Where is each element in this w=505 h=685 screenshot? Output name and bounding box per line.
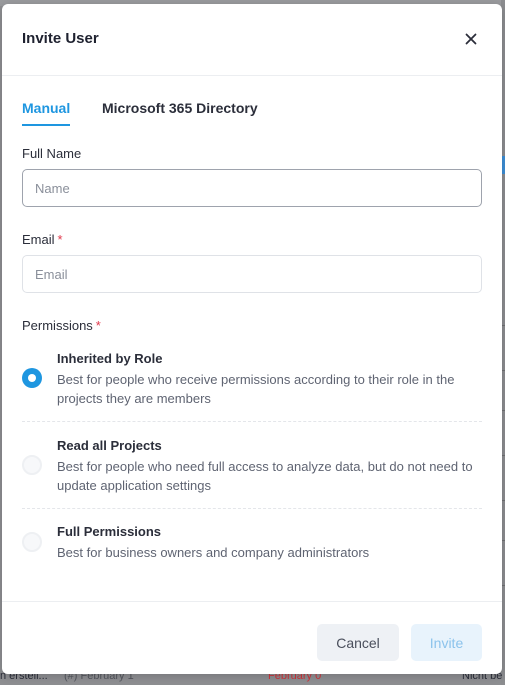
permission-option-title: Full Permissions (57, 524, 162, 539)
option-divider (22, 508, 482, 509)
tab-microsoft-365-directory[interactable]: Microsoft 365 Directory (102, 100, 258, 124)
dialog-header: Invite User (2, 4, 502, 76)
full-name-input[interactable] (22, 169, 482, 207)
dialog-title: Invite User (22, 30, 99, 47)
required-asterisk: * (57, 232, 63, 247)
email-input[interactable] (22, 255, 482, 293)
full-name-label-text: Full Name (22, 146, 82, 161)
full-name-label: Full Name (22, 146, 81, 161)
permissions-label-text: Permissions (22, 318, 93, 333)
radio-selected[interactable] (22, 368, 42, 388)
close-button[interactable] (462, 30, 480, 48)
invite-user-dialog: Invite User Manual Microsoft 365 Directo… (2, 4, 502, 674)
close-icon (465, 33, 477, 45)
permission-option-description: Best for people who need full access to … (57, 459, 473, 493)
cancel-button[interactable]: Cancel (317, 624, 399, 661)
radio-unselected[interactable] (22, 455, 42, 475)
option-divider (22, 421, 482, 422)
permissions-label: Permissions * (22, 318, 101, 333)
permission-option-description: Best for people who receive permissions … (57, 372, 455, 406)
email-label: Email * (22, 232, 63, 247)
permission-option-read-all-projects[interactable]: Read all Projects Best for people who ne… (22, 438, 482, 494)
tab-manual[interactable]: Manual (22, 100, 71, 126)
permission-option-inherited-by-role[interactable]: Inherited by Role Best for people who re… (22, 351, 482, 407)
permission-option-full-permissions[interactable]: Full Permissions Best for business owner… (22, 524, 482, 564)
required-asterisk: * (95, 318, 101, 333)
radio-unselected[interactable] (22, 532, 42, 552)
permission-option-description: Best for business owners and company adm… (57, 545, 370, 560)
dialog-footer: Cancel Invite (2, 601, 502, 675)
invite-button[interactable]: Invite (411, 624, 482, 661)
email-label-text: Email (22, 232, 55, 247)
permission-option-title: Read all Projects (57, 438, 162, 453)
permission-option-title: Inherited by Role (57, 351, 163, 366)
